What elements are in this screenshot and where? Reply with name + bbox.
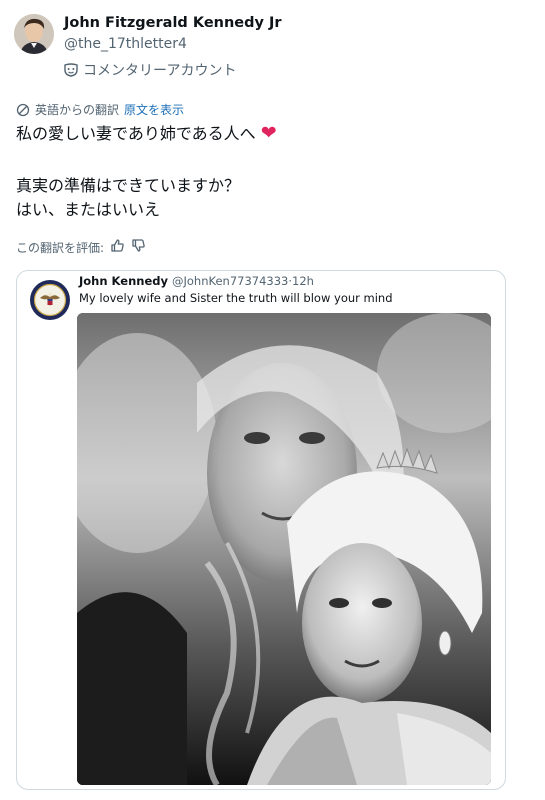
quoted-display-name[interactable]: John Kennedy [79, 274, 168, 288]
rate-translation-label: この翻訳を評価: [16, 240, 105, 255]
thumbs-up-icon[interactable] [110, 238, 125, 256]
tweet-line-2: 真実の準備はできていますか？ [16, 176, 241, 195]
double-exposure-photo [77, 313, 491, 785]
translation-notice: 英語からの翻訳 原文を表示 [16, 101, 184, 118]
rate-translation-row: この翻訳を評価: [16, 238, 146, 256]
quoted-tweet-card[interactable]: John Kennedy @JohnKen77374333·12h My lov… [16, 270, 506, 790]
quoted-tweet-text: My lovely wife and Sister the truth will… [79, 291, 393, 305]
translation-notice-text: 英語からの翻訳 [35, 103, 120, 117]
thumbs-down-icon[interactable] [131, 238, 146, 256]
commentary-account-label: コメンタリーアカウント [64, 60, 236, 80]
profile-photo [14, 14, 54, 54]
mask-icon [64, 63, 78, 77]
author-handle[interactable]: @the_17thletter4 [64, 36, 187, 52]
show-original-link[interactable]: 原文を表示 [124, 101, 184, 118]
heart-emoji: ❤ [260, 122, 277, 144]
quoted-tweet-header[interactable]: John Kennedy @JohnKen77374333·12h [79, 274, 314, 288]
account-label-text: コメンタリーアカウント [83, 63, 237, 79]
translate-icon [16, 103, 30, 116]
tweet-text-line-1: 私の愛しい妻であり姉である人へ ❤ [16, 121, 277, 146]
tweet-line-1: 私の愛しい妻であり姉である人へ [16, 124, 256, 143]
quoted-handle-time[interactable]: @JohnKen77374333·12h [172, 274, 314, 288]
author-display-name[interactable]: John Fitzgerald Kennedy Jr [64, 15, 282, 31]
presidential-seal-icon [29, 279, 71, 321]
author-avatar[interactable] [14, 14, 54, 54]
tweet-line-3: はい、またはいいえ [16, 200, 161, 219]
quoted-tweet-image[interactable] [77, 313, 491, 785]
